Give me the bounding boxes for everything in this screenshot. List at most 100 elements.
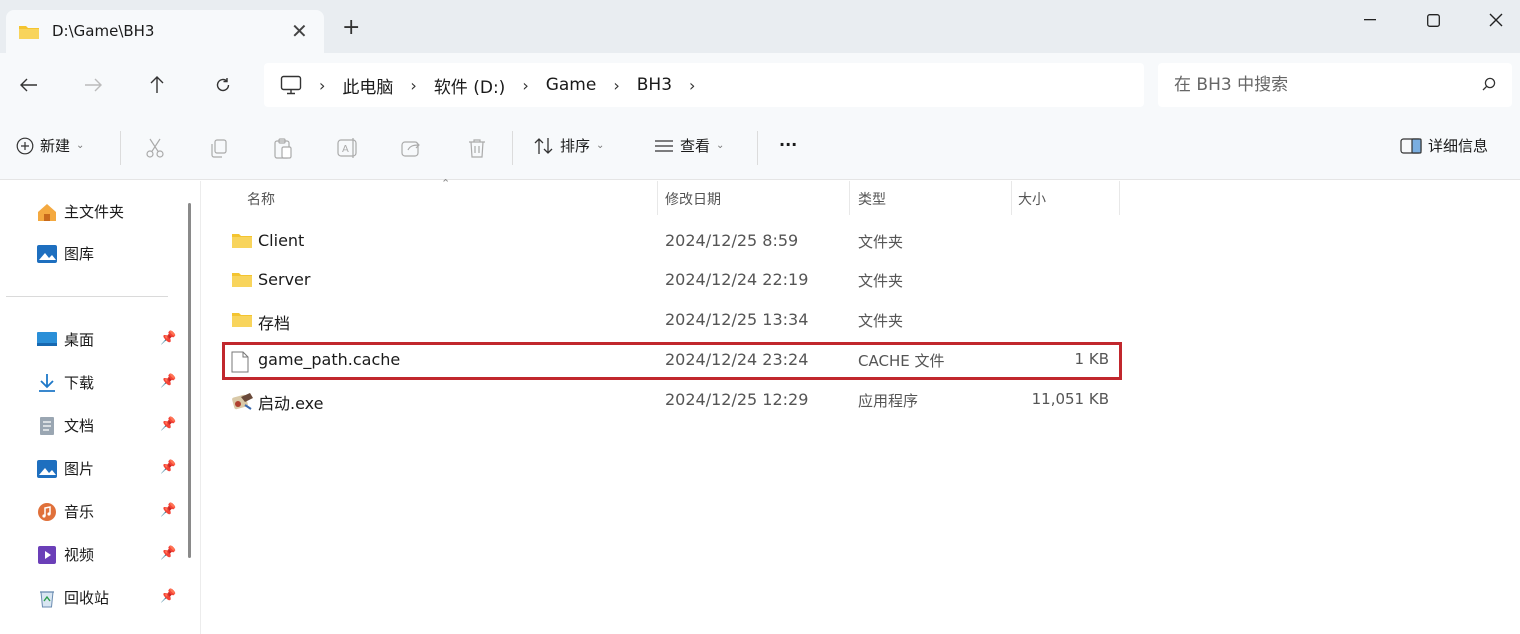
- minimize-button[interactable]: [1350, 6, 1390, 34]
- view-icon: [655, 139, 673, 152]
- pin-icon[interactable]: 📌: [160, 460, 176, 475]
- breadcrumb-this-pc[interactable]: 此电脑: [342, 73, 393, 98]
- column-header-name[interactable]: 名称: [247, 189, 275, 209]
- tab-close-icon[interactable]: ✕: [291, 19, 308, 43]
- sidebar-item-home[interactable]: 主文件夹: [36, 201, 124, 222]
- new-button[interactable]: 新建 ⌄: [16, 135, 84, 156]
- folder-icon: [18, 24, 40, 44]
- more-options-button[interactable]: ···: [779, 135, 797, 154]
- command-bar: 新建 ⌄ A 排序 ⌄ 查看 ⌄ ··· 详细信息: [0, 117, 1520, 180]
- file-date: 2024/12/25 8:59: [665, 231, 799, 250]
- pin-icon[interactable]: 📌: [160, 589, 176, 604]
- navigation-bar: › 此电脑 › 软件 (D:) › Game › BH3 ›: [0, 53, 1520, 117]
- sidebar-item-label: 下载: [64, 374, 95, 392]
- column-divider[interactable]: [657, 181, 658, 215]
- rename-icon[interactable]: A: [336, 137, 360, 163]
- delete-icon[interactable]: [466, 137, 488, 163]
- pin-icon[interactable]: 📌: [160, 417, 176, 432]
- refresh-button[interactable]: [208, 71, 238, 99]
- search-icon[interactable]: [1482, 77, 1496, 95]
- pin-icon[interactable]: 📌: [160, 546, 176, 561]
- recycle-bin-icon: [40, 590, 54, 607]
- up-button[interactable]: [142, 71, 172, 99]
- sidebar-item-recycle-bin[interactable]: 回收站: [36, 587, 109, 608]
- column-divider[interactable]: [1119, 181, 1120, 215]
- this-pc-icon[interactable]: [280, 75, 302, 95]
- file-row[interactable]: 存档 2024/12/25 13:34 文件夹: [221, 302, 1121, 338]
- file-row[interactable]: Server 2024/12/24 22:19 文件夹: [221, 262, 1121, 298]
- column-header-size[interactable]: 大小: [1018, 189, 1046, 209]
- desktop-icon: [37, 331, 57, 346]
- back-button[interactable]: [14, 71, 44, 99]
- breadcrumb-separator[interactable]: ›: [613, 76, 619, 95]
- sort-icon: [534, 137, 553, 154]
- sidebar-item-label: 图库: [64, 245, 95, 263]
- sidebar-item-videos[interactable]: 视频: [36, 544, 94, 565]
- pin-icon[interactable]: 📌: [160, 374, 176, 389]
- sort-label: 排序: [560, 137, 591, 155]
- sidebar-item-label: 音乐: [64, 503, 95, 521]
- sidebar-item-label: 回收站: [64, 589, 110, 607]
- cut-icon[interactable]: [144, 137, 166, 163]
- breadcrumb-separator[interactable]: ›: [689, 76, 695, 95]
- file-type: 文件夹: [858, 312, 904, 330]
- sort-button[interactable]: 排序 ⌄: [534, 135, 604, 156]
- file-date: 2024/12/25 13:34: [665, 310, 809, 329]
- file-date: 2024/12/25 12:29: [665, 390, 809, 409]
- column-divider[interactable]: [849, 181, 850, 215]
- view-label: 查看: [680, 137, 711, 155]
- new-tab-button[interactable]: +: [342, 17, 360, 39]
- videos-icon: [38, 545, 56, 564]
- toolbar-divider: [120, 131, 121, 165]
- more-icon: ···: [779, 135, 798, 154]
- pin-icon[interactable]: 📌: [160, 331, 176, 346]
- sidebar-divider: [6, 296, 168, 297]
- details-pane-button[interactable]: 详细信息: [1400, 135, 1488, 156]
- details-label: 详细信息: [1428, 137, 1489, 155]
- sidebar-item-label: 桌面: [64, 331, 95, 349]
- breadcrumb-separator[interactable]: ›: [522, 76, 528, 95]
- file-row[interactable]: 启动.exe 2024/12/25 12:29 应用程序 11,051 KB: [221, 382, 1121, 418]
- column-divider[interactable]: [1011, 181, 1012, 215]
- sidebar-item-documents[interactable]: 文档: [36, 415, 94, 436]
- column-header-type[interactable]: 类型: [858, 189, 886, 209]
- sidebar-item-label: 图片: [64, 460, 95, 478]
- add-circle-icon: [16, 137, 34, 154]
- breadcrumb-game[interactable]: Game: [546, 75, 597, 95]
- sidebar-item-downloads[interactable]: 下载: [36, 372, 94, 393]
- maximize-button[interactable]: [1413, 6, 1453, 34]
- file-row[interactable]: Client 2024/12/25 8:59 文件夹: [221, 223, 1121, 259]
- folder-icon: [231, 311, 253, 332]
- forward-button[interactable]: [78, 71, 108, 99]
- share-icon[interactable]: [400, 137, 422, 163]
- sidebar-scrollbar[interactable]: [188, 203, 191, 558]
- tab-title: D:\Game\BH3: [52, 22, 155, 40]
- breadcrumb-separator[interactable]: ›: [319, 76, 325, 95]
- sidebar-item-pictures[interactable]: 图片: [36, 458, 94, 479]
- address-bar[interactable]: › 此电脑 › 软件 (D:) › Game › BH3 ›: [264, 63, 1144, 107]
- tab-bh3[interactable]: D:\Game\BH3 ✕: [6, 10, 324, 53]
- breadcrumb-drive-d[interactable]: 软件 (D:): [434, 73, 506, 98]
- file-name: Client: [258, 231, 305, 250]
- column-header-date[interactable]: 修改日期: [665, 189, 721, 209]
- breadcrumb-separator[interactable]: ›: [410, 76, 416, 95]
- pin-icon[interactable]: 📌: [160, 503, 176, 518]
- download-icon: [39, 373, 55, 392]
- search-input[interactable]: [1174, 73, 1464, 97]
- file-list: ⌃ 名称 修改日期 类型 大小 Client 2024/12/25 8:59 文…: [201, 177, 1520, 634]
- documents-icon: [40, 416, 54, 435]
- file-name: 存档: [258, 314, 291, 333]
- sidebar-item-music[interactable]: 音乐: [36, 501, 94, 522]
- paste-icon[interactable]: [272, 137, 294, 163]
- close-window-button[interactable]: [1476, 6, 1516, 34]
- toolbar-divider: [512, 131, 513, 165]
- search-box[interactable]: [1158, 63, 1512, 107]
- new-label: 新建: [40, 137, 71, 155]
- copy-icon[interactable]: [208, 137, 230, 163]
- sidebar-item-label: 视频: [64, 546, 95, 564]
- view-button[interactable]: 查看 ⌄: [654, 135, 724, 156]
- breadcrumb-bh3[interactable]: BH3: [637, 75, 672, 95]
- file-size: 11,051 KB: [1031, 390, 1109, 408]
- sidebar-item-desktop[interactable]: 桌面: [36, 329, 94, 350]
- sidebar-item-gallery[interactable]: 图库: [36, 243, 94, 264]
